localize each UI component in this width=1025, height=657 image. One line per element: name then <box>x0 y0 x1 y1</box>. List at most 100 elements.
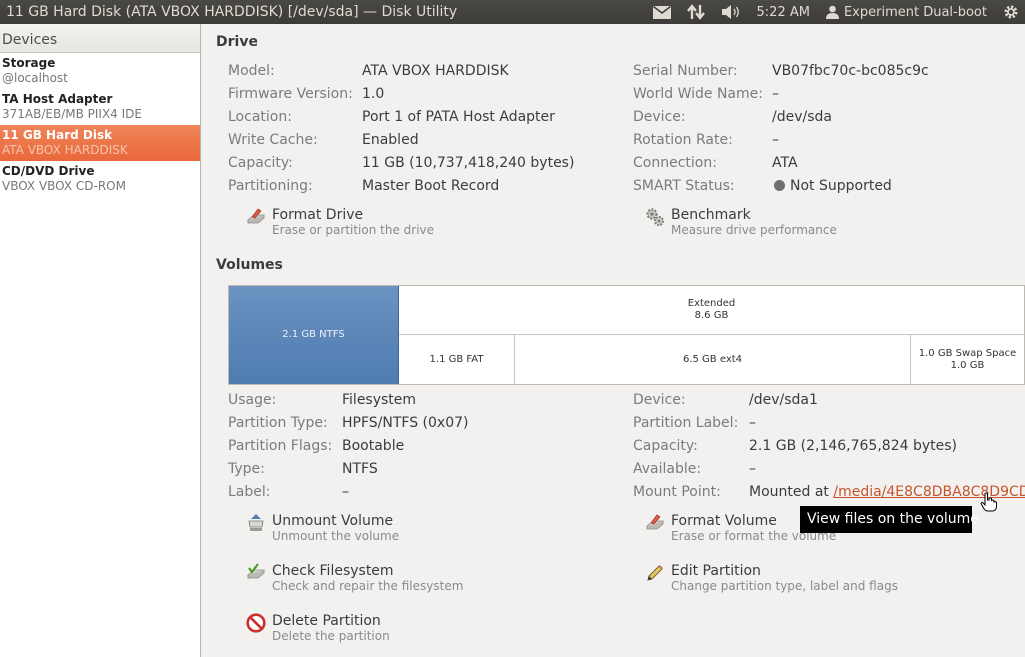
edit-partition-label: Edit Partition <box>671 563 761 579</box>
drive-smart-label: SMART Status: <box>633 178 735 194</box>
check-filesystem-icon <box>246 563 266 579</box>
sidebar-item-storage[interactable]: Storage @localhost <box>0 53 200 89</box>
drive-firmware-label: Firmware Version: <box>228 86 353 102</box>
check-filesystem-label: Check Filesystem <box>272 563 394 579</box>
volume-capacity-value: 2.1 GB (2,146,765,824 bytes) <box>749 438 957 454</box>
partition-swap[interactable]: 1.0 GB Swap Space 1.0 GB <box>911 335 1024 384</box>
benchmark-gears-icon <box>646 208 664 226</box>
format-drive-icon <box>246 208 266 224</box>
sidebar-item-label: 11 GB Hard Disk <box>2 128 113 142</box>
benchmark-desc: Measure drive performance <box>671 223 837 237</box>
check-filesystem-desc: Check and repair the filesystem <box>272 579 464 593</box>
drive-connection-value: ATA <box>772 155 798 171</box>
partition-swap-size: 1.0 GB <box>950 359 985 371</box>
devices-sidebar: Devices Storage @localhost TA Host Adapt… <box>0 24 201 657</box>
format-volume-icon <box>645 514 665 530</box>
volume-label-value: – <box>342 484 349 500</box>
gear-icon[interactable] <box>995 0 1025 24</box>
check-filesystem-button[interactable]: Check Filesystem Check and repair the fi… <box>246 563 463 594</box>
clock[interactable]: 5:22 AM <box>749 0 818 24</box>
benchmark-button[interactable]: Benchmark Measure drive performance <box>645 207 837 238</box>
sidebar-item-host-adapter[interactable]: TA Host Adapter 371AB/EB/MB PIIX4 IDE <box>0 89 200 125</box>
partition-extended[interactable]: Extended 8.6 GB <box>399 286 1024 335</box>
hand-pointer-cursor-icon <box>980 492 997 512</box>
volume-device-value: /dev/sda1 <box>749 392 818 408</box>
drive-location-label: Location: <box>228 109 292 125</box>
drive-rotation-label: Rotation Rate: <box>633 132 733 148</box>
unmount-volume-desc: Unmount the volume <box>272 529 400 543</box>
network-icon[interactable] <box>679 0 713 24</box>
volume-usage-label: Usage: <box>228 392 277 408</box>
volume-available-label: Available: <box>633 461 702 477</box>
mail-icon[interactable] <box>645 0 679 24</box>
sidebar-item-cd-dvd[interactable]: CD/DVD Drive VBOX VBOX CD-ROM <box>0 161 200 197</box>
drive-smart-value-wrap: Not Supported <box>774 178 892 194</box>
drive-serial-value: VB07fbc70c-bc085c9c <box>772 63 929 79</box>
volume-type-value: NTFS <box>342 461 378 477</box>
volume-device-label: Device: <box>633 392 686 408</box>
user-name: Experiment Dual-boot <box>843 4 987 20</box>
volume-usage-value: Filesystem <box>342 392 417 408</box>
drive-firmware-value: 1.0 <box>362 86 385 102</box>
sidebar-header: Devices <box>0 24 200 53</box>
unmount-volume-button[interactable]: Unmount Volume Unmount the volume <box>246 513 399 544</box>
benchmark-label: Benchmark <box>671 207 751 223</box>
partition-ntfs[interactable]: 2.1 GB NTFS <box>229 286 399 384</box>
unmount-volume-label: Unmount Volume <box>272 513 394 529</box>
partition-fat[interactable]: 1.1 GB FAT <box>399 335 515 384</box>
volume-partition-type-label: Partition Type: <box>228 415 328 431</box>
drive-device-label: Device: <box>633 109 686 125</box>
drive-capacity-value: 11 GB (10,737,418,240 bytes) <box>362 155 575 171</box>
mounted-at-text: Mounted at <box>749 484 834 500</box>
delete-partition-button[interactable]: Delete Partition Delete the partition <box>246 613 390 644</box>
volumes-section-title: Volumes <box>216 257 283 273</box>
drive-capacity-label: Capacity: <box>228 155 293 171</box>
sidebar-item-sublabel: @localhost <box>2 71 68 85</box>
drive-model-label: Model: <box>228 63 275 79</box>
format-drive-desc: Erase or partition the drive <box>272 223 435 237</box>
volume-label-label: Label: <box>228 484 271 500</box>
drive-partitioning-value: Master Boot Record <box>362 178 500 194</box>
volume-partition-type-value: HPFS/NTFS (0x07) <box>342 415 469 431</box>
smart-status-dot-icon <box>774 180 785 191</box>
delete-partition-desc: Delete the partition <box>272 629 390 643</box>
top-panel: 11 GB Hard Disk (ATA VBOX HARDDISK) [/de… <box>0 0 1025 24</box>
volume-capacity-label: Capacity: <box>633 438 698 454</box>
sidebar-item-label: TA Host Adapter <box>2 92 113 106</box>
volume-partition-flags-label: Partition Flags: <box>228 438 333 454</box>
drive-wwn-value: – <box>772 86 779 102</box>
volume-icon[interactable] <box>713 0 749 24</box>
volumes-graph: 2.1 GB NTFS Extended 8.6 GB 1.1 GB FAT 6… <box>228 285 1025 385</box>
delete-no-entry-icon <box>246 613 266 633</box>
volume-type-label: Type: <box>228 461 265 477</box>
drive-rotation-value: – <box>772 132 779 148</box>
sidebar-item-sublabel: ATA VBOX HARDDISK <box>2 143 128 157</box>
drive-write-cache-label: Write Cache: <box>228 132 318 148</box>
drive-partitioning-label: Partitioning: <box>228 178 313 194</box>
drive-write-cache-value: Enabled <box>362 132 419 148</box>
sidebar-item-label: Storage <box>2 56 56 70</box>
partition-ntfs-label: 2.1 GB NTFS <box>282 329 345 340</box>
format-drive-label: Format Drive <box>272 207 364 223</box>
drive-serial-label: Serial Number: <box>633 63 738 79</box>
sidebar-item-label: CD/DVD Drive <box>2 164 95 178</box>
system-tray: 5:22 AM Experiment Dual-boot <box>645 0 1025 24</box>
user-menu[interactable]: Experiment Dual-boot <box>818 0 995 24</box>
edit-partition-button[interactable]: Edit Partition Change partition type, la… <box>645 563 898 594</box>
edit-partition-desc: Change partition type, label and flags <box>671 579 898 593</box>
volume-mount-point-row: Mount Point: Mounted at /media/4E8C8DBA8… <box>633 484 1025 504</box>
sidebar-item-sublabel: VBOX VBOX CD-ROM <box>2 179 126 193</box>
volume-mount-point-label: Mount Point: <box>633 484 721 500</box>
sidebar-item-hard-disk[interactable]: 11 GB Hard Disk ATA VBOX HARDDISK <box>0 125 200 161</box>
partition-fat-label: 1.1 GB FAT <box>429 353 484 365</box>
drive-section-title: Drive <box>216 34 258 50</box>
drive-model-value: ATA VBOX HARDDISK <box>362 63 509 79</box>
volume-partition-label-label: Partition Label: <box>633 415 739 431</box>
format-drive-button[interactable]: Format Drive Erase or partition the driv… <box>246 207 434 238</box>
partition-ext4[interactable]: 6.5 GB ext4 <box>515 335 911 384</box>
drive-device-value: /dev/sda <box>772 109 832 125</box>
drive-smart-value: Not Supported <box>790 178 892 194</box>
drive-location-value: Port 1 of PATA Host Adapter <box>362 109 555 125</box>
unmount-eject-icon <box>248 514 264 531</box>
drive-wwn-label: World Wide Name: <box>633 86 763 102</box>
